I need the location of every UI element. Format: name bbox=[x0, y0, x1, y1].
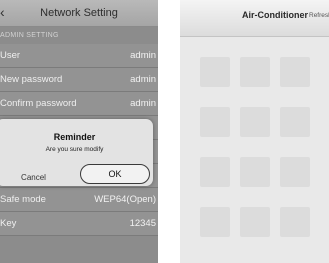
new-password-row[interactable]: New password admin bbox=[0, 68, 158, 92]
nav-bar: ‹ Network Setting bbox=[0, 0, 158, 27]
safe-mode-label: Safe mode bbox=[0, 194, 46, 205]
confirm-password-row[interactable]: Confirm password admin bbox=[0, 92, 158, 116]
faint-tile bbox=[240, 157, 270, 187]
key-row[interactable]: Key 12345 bbox=[0, 212, 158, 236]
faint-tile bbox=[280, 157, 310, 187]
refresh-button[interactable]: Refresh bbox=[309, 11, 329, 20]
reminder-dialog: Reminder Are you sure modify Cancel OK bbox=[0, 119, 153, 186]
faint-tile bbox=[200, 107, 230, 137]
safe-mode-row[interactable]: Safe mode WEP64(Open) bbox=[0, 188, 158, 212]
ok-button[interactable]: OK bbox=[80, 164, 150, 184]
faint-tile bbox=[200, 57, 230, 87]
air-conditioner-screen: Air-Conditioner Refresh bbox=[180, 0, 329, 263]
key-value[interactable]: 12345 bbox=[130, 212, 156, 235]
key-label: Key bbox=[0, 218, 17, 229]
faint-tile bbox=[280, 57, 310, 87]
faint-tile bbox=[200, 157, 230, 187]
safe-mode-value[interactable]: WEP64(Open) bbox=[94, 188, 156, 211]
faint-tile bbox=[200, 207, 230, 237]
section-label: ADMIN SETTING bbox=[0, 32, 59, 39]
dialog-message: Are you sure modify bbox=[45, 146, 104, 153]
confirm-password-label: Confirm password bbox=[0, 98, 77, 109]
faint-tile bbox=[240, 107, 270, 137]
confirm-password-value[interactable]: admin bbox=[130, 92, 156, 115]
content-area bbox=[180, 37, 329, 263]
new-password-label: New password bbox=[0, 74, 63, 85]
cancel-button[interactable]: Cancel bbox=[0, 169, 71, 186]
faint-tile bbox=[240, 57, 270, 87]
page-title: Air-Conditioner bbox=[242, 10, 308, 20]
dialog-title: Reminder bbox=[53, 132, 96, 142]
page-title: Network Setting bbox=[40, 7, 118, 19]
faint-tile bbox=[240, 207, 270, 237]
user-value[interactable]: admin bbox=[130, 44, 156, 67]
network-setting-screen: ‹ Network Setting ADMIN SETTING User adm… bbox=[0, 0, 158, 263]
user-label: User bbox=[0, 50, 21, 61]
faint-tile bbox=[280, 207, 310, 237]
new-password-value[interactable]: admin bbox=[130, 68, 156, 91]
faint-tile bbox=[280, 107, 310, 137]
user-row[interactable]: User admin bbox=[0, 44, 158, 68]
nav-bar: Air-Conditioner Refresh bbox=[180, 0, 329, 37]
